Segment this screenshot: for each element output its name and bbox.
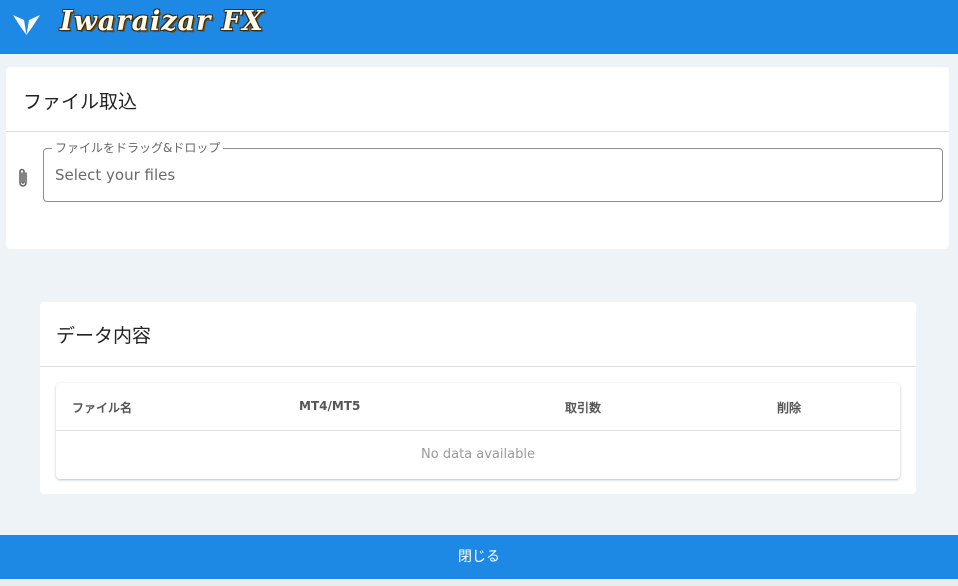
app-header: Iwaraizar FX <box>0 0 958 54</box>
file-field-placeholder: Select your files <box>55 166 176 184</box>
divider <box>6 131 949 132</box>
file-field-label: ファイルをドラッグ&ドロップ <box>52 140 224 156</box>
empty-table-message: No data available <box>421 447 535 462</box>
butterfly-logo-icon <box>13 15 40 35</box>
column-header-platform[interactable]: MT4/MT5 <box>299 399 360 413</box>
data-table: ファイル名 MT4/MT5 取引数 削除 No data available <box>56 383 900 479</box>
file-import-card: ファイル取込 ファイルをドラッグ&ドロップ Select your files <box>6 67 949 249</box>
column-header-filename[interactable]: ファイル名 <box>72 399 132 416</box>
column-header-trade-count[interactable]: 取引数 <box>565 399 601 416</box>
data-content-card: データ内容 ファイル名 MT4/MT5 取引数 削除 No data avail… <box>40 302 916 494</box>
file-import-title: ファイル取込 <box>23 91 138 113</box>
app-title: Iwaraizar FX <box>60 6 264 37</box>
bottom-strip <box>0 579 958 586</box>
data-content-title: データ内容 <box>56 325 152 347</box>
close-button[interactable]: 閉じる <box>0 535 958 579</box>
table-header: ファイル名 MT4/MT5 取引数 削除 <box>56 383 900 431</box>
divider <box>40 366 916 367</box>
column-header-delete[interactable]: 削除 <box>777 399 801 416</box>
paperclip-icon[interactable] <box>16 167 30 189</box>
file-drop-input[interactable]: ファイルをドラッグ&ドロップ Select your files <box>43 140 943 202</box>
